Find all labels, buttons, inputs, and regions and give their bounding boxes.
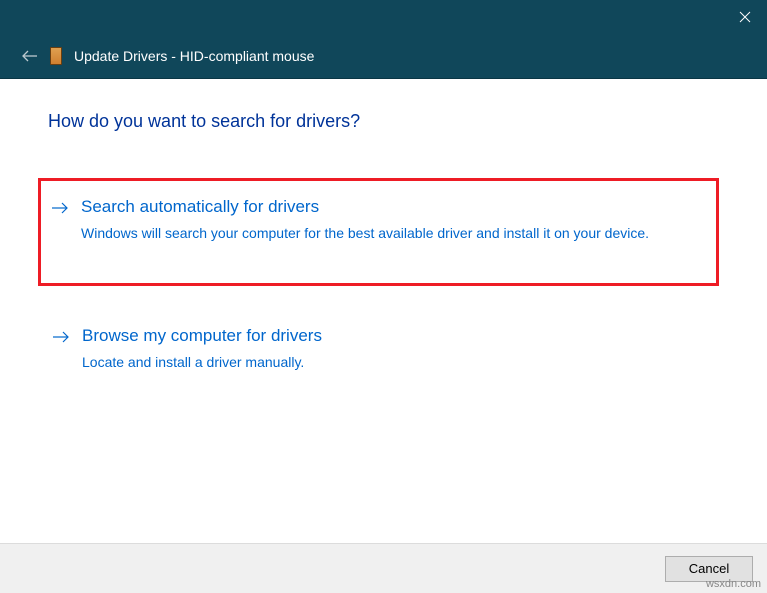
back-arrow-icon (22, 49, 38, 63)
option-text: Browse my computer for drivers Locate an… (82, 326, 711, 372)
page-title: How do you want to search for drivers? (48, 111, 719, 132)
option-title: Search automatically for drivers (81, 197, 708, 217)
option-arrow-icon (52, 326, 70, 349)
titlebar (0, 0, 767, 33)
wizard-footer: Cancel (0, 543, 767, 593)
back-button[interactable] (22, 49, 38, 63)
close-button[interactable] (722, 0, 767, 33)
option-text: Search automatically for drivers Windows… (81, 197, 708, 243)
option-description: Locate and install a driver manually. (82, 352, 711, 372)
device-icon (50, 47, 62, 65)
wizard-content: How do you want to search for drivers? S… (0, 79, 767, 383)
option-search-automatically[interactable]: Search automatically for drivers Windows… (38, 178, 719, 286)
option-title: Browse my computer for drivers (82, 326, 711, 346)
option-description: Windows will search your computer for th… (81, 223, 708, 243)
watermark: wsxdn.com (706, 578, 761, 590)
wizard-title: Update Drivers - HID-compliant mouse (74, 48, 314, 64)
option-browse-computer[interactable]: Browse my computer for drivers Locate an… (48, 316, 719, 382)
close-icon (739, 11, 751, 23)
wizard-header: Update Drivers - HID-compliant mouse (0, 33, 767, 79)
option-arrow-icon (45, 197, 69, 220)
